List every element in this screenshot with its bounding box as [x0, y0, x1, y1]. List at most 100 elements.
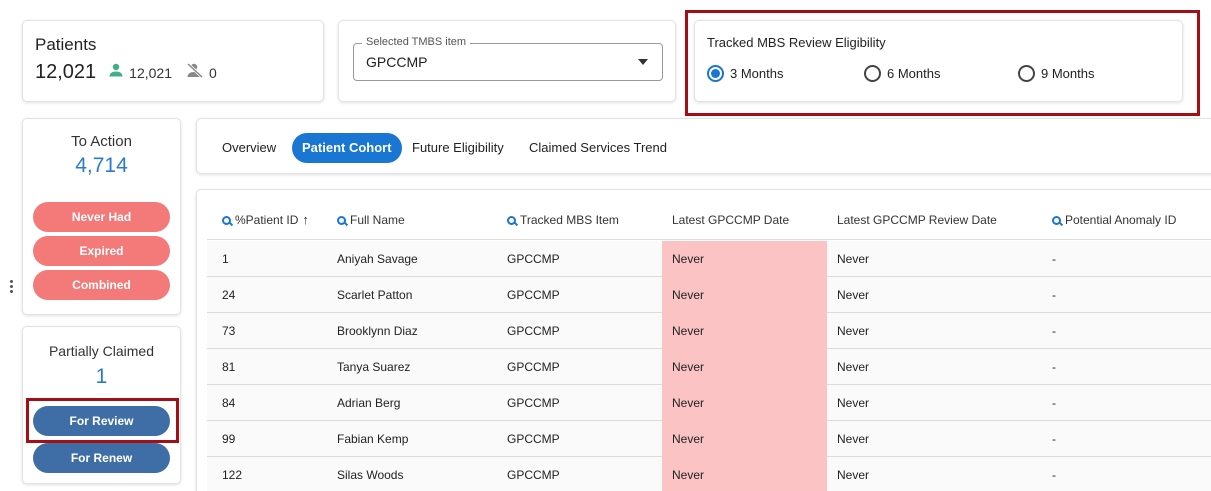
table-cell: Never [662, 457, 827, 491]
table-cell: - [1052, 360, 1056, 374]
tmbs-select-value: GPCCMP [366, 54, 428, 70]
radio-label: 6 Months [887, 66, 941, 81]
column-header-latest-review-date[interactable]: Latest GPCCMP Review Date [837, 200, 997, 240]
tmbs-item-select[interactable]: Selected TMBS item GPCCMP [353, 36, 663, 81]
to-action-title: To Action [71, 133, 132, 150]
patients-summary: 12,021 12,021 0 [35, 61, 311, 84]
table-row[interactable]: 99 Fabian Kemp GPCCMP Never Never - [207, 421, 1211, 457]
expired-button[interactable]: Expired [33, 236, 170, 266]
column-header-anomaly-id[interactable]: Potential Anomaly ID [1052, 200, 1176, 240]
search-icon[interactable] [1052, 216, 1061, 225]
table-cell: Never [662, 241, 827, 277]
eligibility-card: Tracked MBS Review Eligibility 3 Months … [694, 20, 1183, 102]
combined-button[interactable]: Combined [33, 270, 170, 300]
patients-title: Patients [35, 35, 97, 54]
table-header: %Patient ID ↑ Full Name Tracked MBS Item … [207, 200, 1211, 240]
patients-total: 12,021 [35, 61, 97, 83]
table-cell: Never [837, 432, 870, 446]
active-patients-count: 12,021 [129, 64, 172, 81]
column-header-latest-date[interactable]: Latest GPCCMP Date [672, 200, 789, 240]
table-cell: - [1052, 468, 1056, 482]
for-review-highlight [26, 398, 179, 443]
table-cell: 81 [222, 360, 236, 374]
table-cell: GPCCMP [507, 360, 560, 374]
dropdown-arrow-icon [638, 59, 648, 65]
table-cell: Tanya Suarez [337, 360, 411, 374]
table-cell: 84 [222, 396, 236, 410]
eligibility-radio-group: 3 Months 6 Months 9 Months [707, 65, 1170, 82]
column-header-full-name[interactable]: Full Name [337, 200, 405, 240]
table-row[interactable]: 24 Scarlet Patton GPCCMP Never Never - [207, 277, 1211, 313]
table-cell: Never [837, 468, 870, 482]
table-cell: GPCCMP [507, 432, 560, 446]
table-cell: - [1052, 288, 1056, 302]
search-icon[interactable] [337, 216, 346, 225]
inactive-patients-count: 0 [209, 64, 217, 81]
tab-patient-cohort[interactable]: Patient Cohort [292, 133, 402, 163]
table-cell: Never [837, 288, 870, 302]
table-cell: GPCCMP [507, 324, 560, 338]
sort-ascending-icon[interactable]: ↑ [302, 200, 309, 240]
partially-claimed-title: Partially Claimed [48, 343, 155, 359]
to-action-card: To Action 4,714 Never Had Expired Combin… [22, 118, 181, 315]
table-cell: Never [662, 277, 827, 313]
patient-table: %Patient ID ↑ Full Name Tracked MBS Item … [196, 189, 1211, 491]
radio-3-months[interactable]: 3 Months [707, 65, 864, 82]
table-cell: Adrian Berg [337, 396, 401, 410]
table-cell: 1 [222, 252, 229, 266]
table-cell: Never [662, 313, 827, 349]
table-cell: - [1052, 324, 1056, 338]
radio-checked-icon [707, 65, 724, 82]
never-had-button[interactable]: Never Had [33, 202, 170, 232]
table-cell: Aniyah Savage [337, 252, 418, 266]
table-cell: GPCCMP [507, 252, 560, 266]
table-cell: Never [662, 349, 827, 385]
radio-label: 9 Months [1041, 66, 1095, 81]
table-cell: Never [837, 396, 870, 410]
table-cell: - [1052, 396, 1056, 410]
table-row[interactable]: 1 Aniyah Savage GPCCMP Never Never - [207, 241, 1211, 277]
radio-unchecked-icon [1018, 65, 1035, 82]
tab-bar: Overview Patient Cohort Future Eligibili… [196, 118, 1211, 174]
table-cell: GPCCMP [507, 288, 560, 302]
table-cell: GPCCMP [507, 396, 560, 410]
table-cell: Fabian Kemp [337, 432, 409, 446]
active-user-icon [108, 63, 124, 82]
for-renew-button[interactable]: For Renew [33, 443, 170, 473]
to-action-count: 4,714 [75, 154, 128, 177]
table-row[interactable]: 81 Tanya Suarez GPCCMP Never Never - [207, 349, 1211, 385]
table-row[interactable]: 122 Silas Woods GPCCMP Never Never - [207, 457, 1211, 491]
eligibility-title: Tracked MBS Review Eligibility [707, 35, 886, 50]
tmbs-select-label: Selected TMBS item [362, 36, 471, 48]
search-icon[interactable] [222, 216, 231, 225]
radio-label: 3 Months [730, 66, 784, 81]
table-cell: GPCCMP [507, 468, 560, 482]
tab-claimed-services-trend[interactable]: Claimed Services Trend [529, 133, 667, 163]
table-cell: 73 [222, 324, 236, 338]
tab-overview[interactable]: Overview [222, 133, 276, 163]
tab-future-eligibility[interactable]: Future Eligibility [412, 133, 504, 163]
table-cell: Never [837, 252, 870, 266]
tmbs-select-card: Selected TMBS item GPCCMP [338, 20, 676, 102]
radio-9-months[interactable]: 9 Months [1018, 65, 1094, 82]
table-cell: Never [837, 360, 870, 374]
table-cell: - [1052, 432, 1056, 446]
table-cell: Silas Woods [337, 468, 404, 482]
table-cell: 99 [222, 432, 236, 446]
drag-handle-icon[interactable] [10, 280, 13, 298]
table-cell: 24 [222, 288, 236, 302]
table-cell: Scarlet Patton [337, 288, 413, 302]
radio-6-months[interactable]: 6 Months [864, 65, 1018, 82]
inactive-user-icon [186, 62, 204, 83]
table-row[interactable]: 73 Brooklynn Diaz GPCCMP Never Never - [207, 313, 1211, 349]
table-cell: 122 [222, 468, 243, 482]
table-cell: Never [662, 385, 827, 421]
table-row[interactable]: 84 Adrian Berg GPCCMP Never Never - [207, 385, 1211, 421]
search-icon[interactable] [507, 216, 516, 225]
table-cell: Never [662, 421, 827, 457]
column-header-tracked-mbs-item[interactable]: Tracked MBS Item [507, 200, 619, 240]
column-header-patient-id[interactable]: %Patient ID ↑ [222, 200, 309, 240]
radio-unchecked-icon [864, 65, 881, 82]
table-cell: Never [837, 324, 870, 338]
table-cell: - [1052, 252, 1056, 266]
